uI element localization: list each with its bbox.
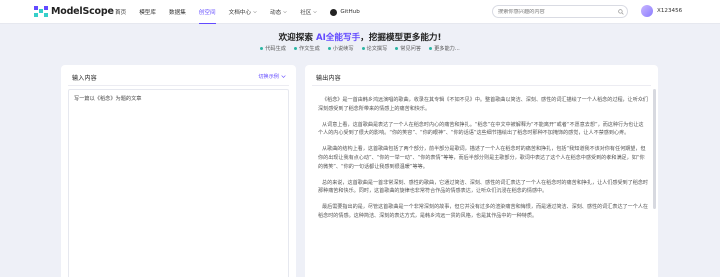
prompt-input[interactable]: 写一篇以《稻念》为题的文章 [68, 89, 289, 277]
title-suffix: ，挖掘模型更多能力! [360, 33, 442, 43]
feature-item: 小说续写 [327, 45, 354, 52]
switch-example-button[interactable]: 切换示例 [258, 73, 286, 80]
feature-label: 论文撰写 [366, 46, 388, 52]
feature-item: 常见问答 [395, 45, 421, 52]
top-nav: ModelScope 首页 模型库 数据集 创空间 文档中心 动态 社区 Git… [0, 0, 720, 24]
feature-label: 代码生成 [265, 46, 286, 52]
nav-item-models[interactable]: 模型库 [139, 0, 156, 24]
feature-item: 作文生成 [294, 45, 320, 52]
output-panel: 输出内容 《稻念》是一首由韩乡鸿远演唱的歌曲，收录在其专辑《不如不见》中。整首歌… [305, 65, 658, 277]
chevron-down-icon [281, 75, 286, 78]
search-input[interactable] [498, 8, 618, 15]
divider [68, 85, 289, 86]
nav-item-github[interactable]: GitHub [330, 0, 360, 24]
output-paragraph: 最后需要指出的是，尽管这首歌曲是一个非常深刻的故事，但它并没有过多的渲染痛苦和悔… [318, 204, 649, 219]
nav-item-label: 动态 [269, 10, 282, 16]
chevron-down-icon [313, 11, 318, 14]
output-paragraph: 《稻念》是一首由韩乡鸿远演唱的歌曲，收录在其专辑《不如不见》中。整首歌曲以简洁、… [318, 97, 649, 112]
switch-example-label: 切换示例 [258, 74, 279, 80]
logo-icon [34, 6, 48, 17]
nav-item-label: 创空间 [198, 10, 216, 16]
bullet-dot-icon [327, 47, 331, 50]
bullet-dot-icon [429, 47, 433, 50]
input-panel: 输入内容 切换示例 写一篇以《稻念》为题的文章 [61, 65, 296, 277]
feature-item: 代码生成 [260, 45, 286, 52]
nav-item-label: 数据集 [169, 10, 186, 16]
search-box[interactable] [492, 5, 628, 18]
feature-label: 常见问答 [400, 46, 422, 52]
feature-list: 代码生成 作文生成 小说续写 论文撰写 常见问答 更多能力... [0, 45, 720, 52]
feature-item: 更多能力... [429, 45, 460, 52]
output-scrollbar[interactable] [653, 89, 656, 209]
feature-label: 小说续写 [332, 46, 354, 52]
nav-item-home[interactable]: 首页 [115, 0, 126, 24]
bullet-dot-icon [260, 47, 264, 50]
bullet-dot-icon [294, 47, 297, 50]
nav-item-label: 文档中心 [228, 10, 251, 16]
title-prefix: 欢迎探索 [278, 33, 316, 43]
nav-item-docs[interactable]: 文档中心 [229, 0, 257, 24]
nav-item-label: 模型库 [139, 10, 156, 16]
main-menu: 首页 模型库 数据集 创空间 文档中心 动态 社区 GitHub [115, 0, 373, 24]
bullet-dot-icon [361, 47, 365, 50]
modelscope-logo[interactable]: ModelScope [34, 6, 114, 17]
nav-item-label: 首页 [115, 10, 127, 16]
username[interactable]: X123456 [657, 8, 682, 14]
nav-item-community[interactable]: 社区 [300, 0, 318, 24]
input-panel-title: 输入内容 [72, 75, 97, 82]
nav-item-datasets[interactable]: 数据集 [169, 0, 186, 24]
output-text: 《稻念》是一首由韩乡鸿远演唱的歌曲，收录在其专辑《不如不见》中。整首歌曲以简洁、… [318, 96, 648, 228]
logo-text: ModelScope [51, 6, 114, 17]
output-panel-title: 输出内容 [316, 75, 341, 82]
search-icon[interactable] [618, 8, 624, 15]
output-paragraph: 从歌曲的结构上看，这首歌曲包括了两个部分，前半部分是歌词，描述了一个人在稻念时的… [318, 146, 646, 170]
nav-item-label: 社区 [300, 10, 312, 16]
github-icon [330, 8, 338, 16]
prompt-input-value: 写一篇以《稻念》为题的文章 [74, 96, 142, 102]
feature-label: 更多能力... [434, 46, 460, 52]
feature-item: 论文撰写 [361, 45, 388, 52]
avatar[interactable] [641, 5, 653, 17]
nav-item-studios[interactable]: 创空间 [198, 0, 216, 24]
title-accent: AI全能写手 [315, 33, 361, 43]
feature-label: 作文生成 [299, 46, 320, 52]
divider [312, 85, 651, 86]
output-paragraph: 从词意上看，这首歌曲是表达了一个人在稻念时内心的痛苦和挣扎。“稻念”在中文中被解… [318, 121, 644, 137]
page-title: 欢迎探索 AI全能写手，挖掘模型更多能力! [0, 31, 720, 43]
bullet-dot-icon [395, 47, 399, 50]
chevron-down-icon [283, 11, 287, 14]
output-paragraph: 总的来说，这首歌曲是一首非常深刻、感性的歌曲，它通过简洁、深刻、感性的词汇表达了… [318, 179, 649, 195]
nav-item-news[interactable]: 动态 [270, 0, 287, 24]
chevron-down-icon [253, 11, 257, 14]
nav-item-label: GitHub [340, 9, 360, 15]
